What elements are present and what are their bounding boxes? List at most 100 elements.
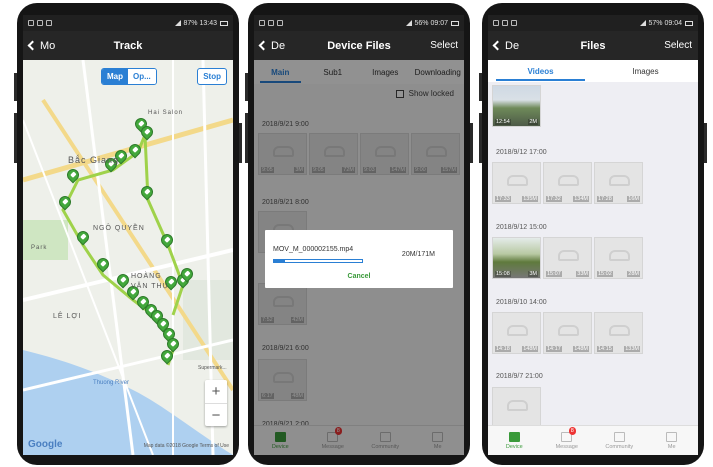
back-button[interactable]: De	[492, 31, 520, 60]
pin-car-icon	[118, 152, 125, 159]
pin-car-icon	[132, 146, 139, 153]
signal-icon	[405, 20, 412, 26]
zoom-in-button[interactable]: +	[205, 380, 227, 403]
bixby-button	[245, 113, 248, 163]
unread-badge: 8	[334, 427, 342, 435]
video-thumbnail[interactable]: 15:08 3M	[492, 237, 541, 279]
video-thumbnail[interactable]: 15:02 28M	[594, 237, 643, 279]
tab-message[interactable]: Message 8	[307, 426, 360, 455]
tab-device[interactable]: Device	[254, 426, 307, 455]
tab-label: Me	[433, 443, 442, 450]
notification-icon	[37, 20, 43, 26]
video-thumbnail[interactable]	[492, 387, 541, 429]
video-thumbnail[interactable]: 14:18 148M	[492, 312, 541, 354]
status-battery-time: 56% 09:07	[414, 19, 448, 27]
map-canvas	[23, 60, 233, 455]
phone-track: 87% 13:43 Mo Track Hai Salon Bắc Giang N…	[14, 3, 242, 465]
back-button[interactable]: De	[258, 31, 285, 60]
video-thumbnail[interactable]: 14:15 133M	[594, 312, 643, 354]
video-thumbnail[interactable]: 17:32 134M	[543, 162, 592, 204]
video-thumbnail[interactable]: 14:17 148M	[543, 312, 592, 354]
download-progress-bar	[273, 259, 363, 263]
thumbnail-time: 17:28	[597, 196, 613, 202]
bottom-tab-bar: Device Message 8 Community Me	[488, 425, 698, 455]
chevron-left-icon	[258, 40, 269, 51]
pin-car-icon	[184, 270, 191, 277]
download-filename: MOV_M_000002155.mp4	[273, 246, 354, 253]
thumbnail-time: 14:15	[597, 346, 613, 352]
community-icon	[613, 431, 625, 442]
pin-car-icon	[170, 340, 177, 347]
map-label: LÊ LỢI	[53, 313, 82, 320]
pin-car-icon	[144, 128, 151, 135]
download-progress-fill	[274, 260, 285, 262]
car-placeholder-icon	[507, 325, 528, 336]
options-mode-button[interactable]: Op...	[128, 69, 156, 84]
status-battery-time: 57% 09:04	[648, 19, 682, 27]
view-mode-toggle: Map Op...	[101, 68, 157, 85]
date-group-header: 2018/9/12 15:00	[496, 224, 547, 231]
tab-me[interactable]: Me	[646, 426, 699, 455]
date-group-header: 2018/9/7 21:00	[496, 373, 543, 380]
tab-community[interactable]: Community	[593, 426, 646, 455]
nav-bar: De Files Select	[488, 31, 698, 60]
tab-images[interactable]: Images	[593, 67, 698, 76]
tab-label: Message	[321, 443, 344, 450]
back-button[interactable]: Mo	[27, 31, 56, 60]
notification-icon	[46, 20, 52, 26]
thumbnail-size: 148M	[573, 346, 589, 352]
thumbnail-size: 148M	[522, 346, 538, 352]
status-bar: 57% 09:04	[488, 15, 698, 31]
car-placeholder-icon	[507, 175, 528, 186]
notification-icon	[511, 20, 517, 26]
back-label: De	[505, 39, 520, 52]
tab-device[interactable]: Device	[488, 426, 541, 455]
thumbnail-size: 135M	[522, 196, 538, 202]
video-thumbnail[interactable]: 12:54 2M	[492, 85, 541, 127]
video-thumbnail[interactable]: 17:33 135M	[492, 162, 541, 204]
tab-label: Community	[371, 443, 400, 450]
back-label: Mo	[40, 39, 56, 52]
date-group-header: 2018/9/12 17:00	[496, 149, 547, 156]
person-icon	[666, 431, 678, 442]
pin-car-icon	[144, 188, 151, 195]
video-thumbnail[interactable]: 15:07 33M	[543, 237, 592, 279]
select-button[interactable]: Select	[664, 31, 692, 60]
map-mode-button[interactable]: Map	[102, 69, 128, 84]
pin-car-icon	[70, 171, 77, 178]
car-placeholder-icon	[558, 325, 579, 336]
chevron-left-icon	[27, 40, 38, 51]
select-button[interactable]: Select	[430, 31, 458, 60]
power-button	[239, 123, 242, 163]
cancel-button[interactable]: Cancel	[265, 273, 453, 280]
thumbnail-time: 15:07	[546, 271, 562, 277]
tab-label: Me	[667, 443, 676, 450]
pin-car-icon	[164, 236, 171, 243]
video-thumbnail[interactable]: 17:28 16M	[594, 162, 643, 204]
notification-icon	[268, 20, 274, 26]
media-tabs: Videos Images	[488, 60, 698, 82]
screen-files: 12:54 2M 2018/9/12 17:00 17:33 135M 17:32 134M…	[488, 15, 698, 455]
thumbnail-size: 28M	[627, 271, 640, 277]
map-label: NGÔ QUYỀN	[93, 225, 145, 232]
zoom-out-button[interactable]: −	[205, 403, 227, 426]
map-attribution[interactable]: Map data ©2018 Google Terms of Use	[144, 443, 229, 449]
person-icon	[432, 431, 444, 442]
pin-car-icon	[120, 276, 127, 283]
thumbnail-size: 33M	[576, 271, 589, 277]
map-label: Supermark...	[198, 365, 227, 371]
download-size: 20M/171M	[401, 251, 435, 258]
map-label: Bắc Giang	[68, 155, 120, 165]
notification-icon	[493, 20, 499, 26]
tab-community[interactable]: Community	[359, 426, 412, 455]
car-placeholder-icon	[609, 325, 630, 336]
tab-me[interactable]: Me	[412, 426, 465, 455]
stop-button[interactable]: Stop	[197, 68, 227, 85]
thumbnail-time: 17:32	[546, 196, 562, 202]
pin-car-icon	[164, 352, 171, 359]
map-view[interactable]: Hai Salon Bắc Giang NGÔ QUYỀN Park HOÀNG…	[23, 60, 233, 455]
tab-message[interactable]: Message 8	[541, 426, 594, 455]
tab-videos[interactable]: Videos	[488, 67, 593, 81]
thumbnail-size: 133M	[624, 346, 640, 352]
car-placeholder-icon	[609, 175, 630, 186]
